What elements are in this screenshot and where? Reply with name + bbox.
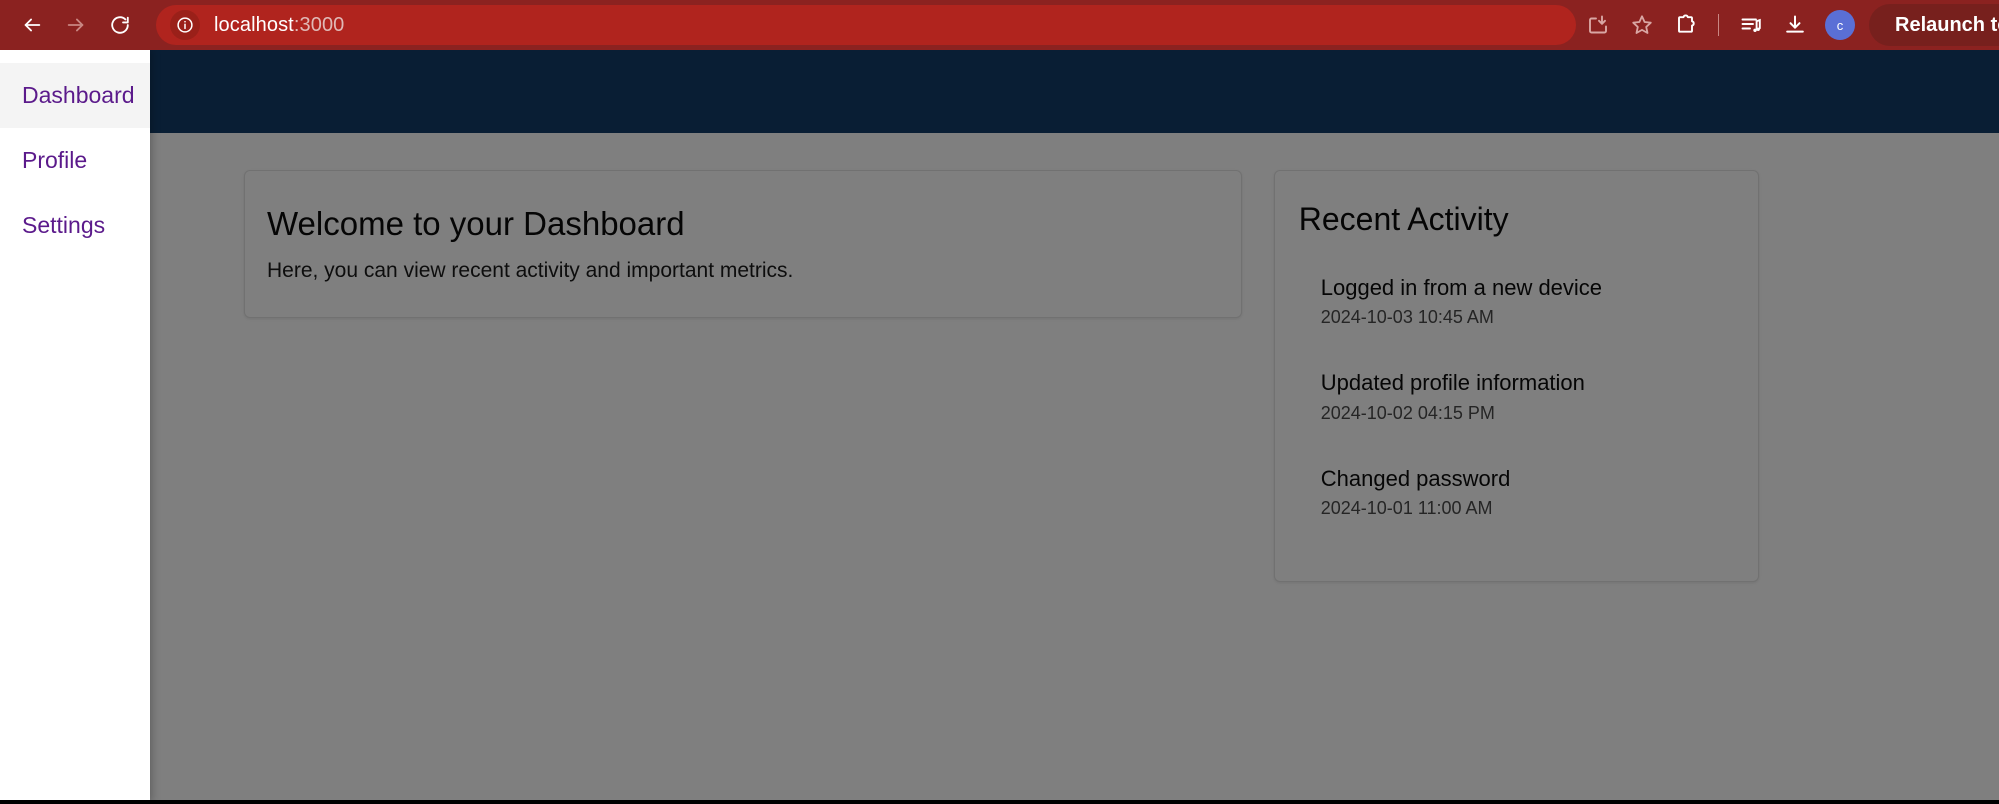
sidebar-item-profile[interactable]: Profile: [0, 128, 150, 193]
browser-toolbar: localhost:3000 c Relaunch t: [0, 0, 1999, 50]
sidebar-item-label: Dashboard: [22, 82, 135, 108]
arrow-left-icon: [24, 18, 41, 32]
extensions-button[interactable]: [1664, 3, 1708, 47]
media-playlist-button[interactable]: [1729, 3, 1773, 47]
extensions-puzzle-icon: [1678, 14, 1695, 33]
toolbar-divider: [1718, 14, 1719, 36]
downloads-button[interactable]: [1773, 3, 1817, 47]
sidebar-item-dashboard[interactable]: Dashboard: [0, 63, 150, 128]
back-button[interactable]: [10, 3, 54, 47]
address-bar[interactable]: localhost:3000: [156, 5, 1576, 45]
bookmark-star-icon: [1632, 15, 1652, 34]
url-text: localhost:3000: [214, 14, 344, 37]
reload-button[interactable]: [98, 3, 142, 47]
reload-icon: [111, 16, 129, 34]
window-bottom-edge: [0, 800, 1999, 804]
url-port: :3000: [293, 13, 345, 36]
install-app-icon: [1589, 15, 1607, 34]
screen: localhost:3000 c Relaunch t Dashboard Pr…: [0, 0, 1999, 804]
toolbar-icons: c Relaunch to update: [1576, 3, 1999, 47]
profile-avatar[interactable]: c: [1825, 10, 1855, 40]
sidebar-item-settings[interactable]: Settings: [0, 193, 150, 258]
page-viewport: ortal Welcome to your Dashboard Here, yo…: [0, 50, 1999, 802]
sidebar-item-label: Profile: [22, 147, 88, 173]
sidebar-item-label: Settings: [22, 212, 106, 238]
relaunch-to-update-button[interactable]: Relaunch to update: [1869, 4, 1999, 46]
site-info-button[interactable]: [170, 10, 200, 40]
drawer-backdrop[interactable]: [0, 50, 1999, 802]
navigation-drawer: Dashboard Profile Settings: [0, 50, 150, 802]
forward-button[interactable]: [54, 3, 98, 47]
url-host: localhost: [214, 13, 294, 36]
info-circle-icon: [177, 17, 193, 33]
downloads-icon: [1786, 15, 1804, 33]
media-playlist-icon: [1741, 18, 1761, 32]
install-app-button[interactable]: [1576, 3, 1620, 47]
bookmark-button[interactable]: [1620, 3, 1664, 47]
arrow-right-icon: [67, 18, 84, 32]
